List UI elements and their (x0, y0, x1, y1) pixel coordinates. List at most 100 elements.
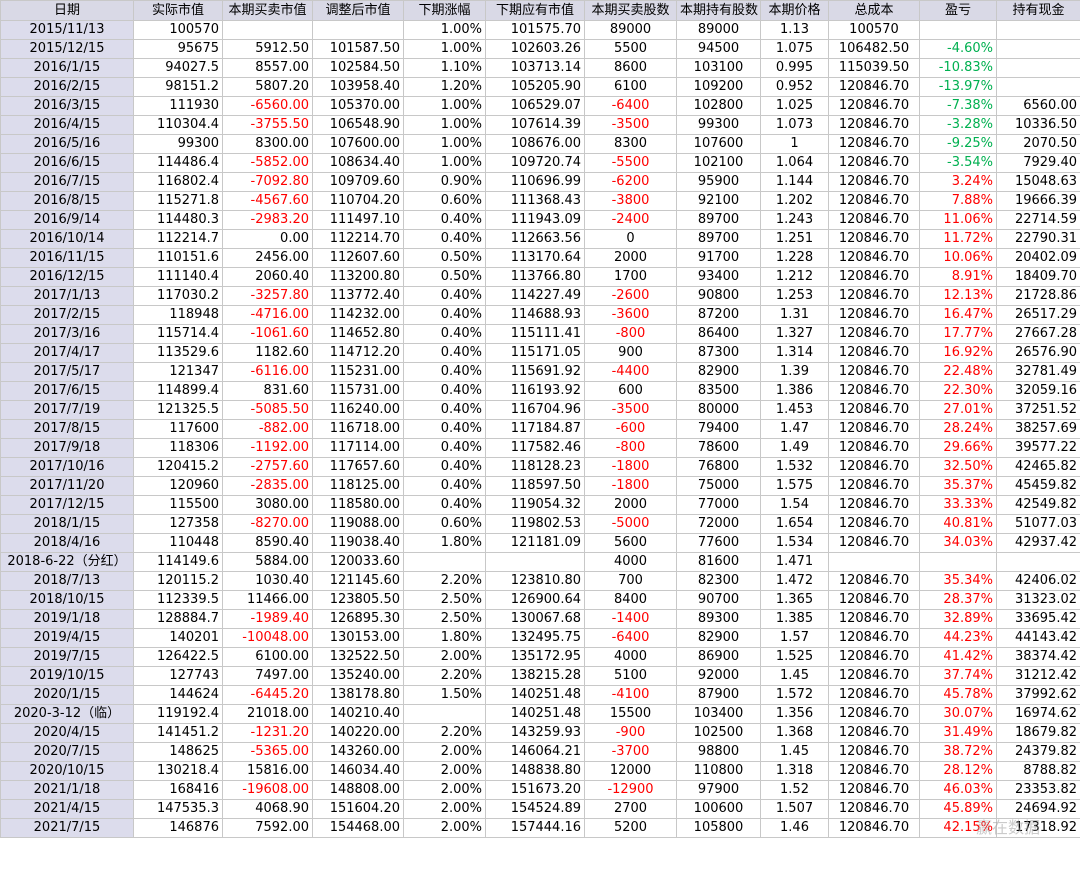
cell-price[interactable]: 1.368 (760, 723, 829, 743)
cell-adjusted-value[interactable]: 148808.00 (312, 780, 404, 800)
cell-adjusted-value[interactable]: 114652.80 (312, 324, 404, 344)
cell-adjusted-value[interactable]: 113200.80 (312, 267, 404, 287)
cell-cash[interactable]: 42937.42 (996, 533, 1080, 553)
cell-trade-shares[interactable]: -900 (584, 723, 677, 743)
cell-date[interactable]: 2016/1/15 (0, 58, 134, 78)
cell-price[interactable]: 1.471 (760, 552, 829, 572)
cell-target-value[interactable]: 146064.21 (485, 742, 585, 762)
cell-profit-loss[interactable]: 45.89% (919, 799, 997, 819)
cell-market-value[interactable]: 94027.5 (133, 58, 223, 78)
cell-trade-value[interactable]: 8300.00 (222, 134, 313, 154)
cell-total-cost[interactable]: 120846.70 (828, 495, 920, 515)
cell-target-value[interactable]: 121181.09 (485, 533, 585, 553)
cell-held-shares[interactable]: 83500 (676, 381, 761, 401)
cell-held-shares[interactable]: 82900 (676, 628, 761, 648)
cell-target-value[interactable]: 140251.48 (485, 704, 585, 724)
cell-profit-loss[interactable] (919, 552, 997, 572)
cell-price[interactable]: 1.654 (760, 514, 829, 534)
cell-trade-value[interactable]: -1231.20 (222, 723, 313, 743)
cell-target-value[interactable]: 154524.89 (485, 799, 585, 819)
cell-trade-shares[interactable]: -600 (584, 419, 677, 439)
cell-price[interactable]: 1.507 (760, 799, 829, 819)
cell-next-growth[interactable]: 0.40% (403, 210, 486, 230)
cell-target-value[interactable]: 132495.75 (485, 628, 585, 648)
cell-total-cost[interactable]: 120846.70 (828, 818, 920, 838)
cell-trade-value[interactable]: -5365.00 (222, 742, 313, 762)
cell-target-value[interactable]: 115691.92 (485, 362, 585, 382)
cell-cash[interactable]: 37251.52 (996, 400, 1080, 420)
cell-adjusted-value[interactable]: 112607.60 (312, 248, 404, 268)
cell-adjusted-value[interactable]: 120033.60 (312, 552, 404, 572)
cell-price[interactable]: 1.52 (760, 780, 829, 800)
cell-held-shares[interactable]: 99300 (676, 115, 761, 135)
cell-date[interactable]: 2018/7/13 (0, 571, 134, 591)
cell-profit-loss[interactable] (919, 20, 997, 40)
header-next-growth[interactable]: 下期涨幅 (403, 0, 486, 21)
cell-target-value[interactable]: 110696.99 (485, 172, 585, 192)
cell-profit-loss[interactable]: 37.74% (919, 666, 997, 686)
cell-next-growth[interactable]: 2.00% (403, 818, 486, 838)
cell-adjusted-value[interactable]: 132522.50 (312, 647, 404, 667)
cell-market-value[interactable]: 116802.4 (133, 172, 223, 192)
cell-profit-loss[interactable]: 35.37% (919, 476, 997, 496)
cell-trade-shares[interactable]: 2000 (584, 495, 677, 515)
cell-date[interactable]: 2017/8/15 (0, 419, 134, 439)
cell-adjusted-value[interactable]: 109709.60 (312, 172, 404, 192)
cell-target-value[interactable]: 119802.53 (485, 514, 585, 534)
cell-held-shares[interactable]: 103400 (676, 704, 761, 724)
cell-profit-loss[interactable]: 11.72% (919, 229, 997, 249)
cell-trade-value[interactable]: 5912.50 (222, 39, 313, 59)
cell-adjusted-value[interactable]: 117114.00 (312, 438, 404, 458)
cell-date[interactable]: 2015/12/15 (0, 39, 134, 59)
cell-profit-loss[interactable]: -13.97% (919, 77, 997, 97)
cell-total-cost[interactable]: 120846.70 (828, 381, 920, 401)
cell-trade-value[interactable]: 8590.40 (222, 533, 313, 553)
cell-trade-shares[interactable]: 8300 (584, 134, 677, 154)
cell-held-shares[interactable]: 87900 (676, 685, 761, 705)
cell-trade-shares[interactable]: 5600 (584, 533, 677, 553)
cell-cash[interactable] (996, 77, 1080, 97)
cell-date[interactable]: 2017/11/20 (0, 476, 134, 496)
cell-profit-loss[interactable]: 46.03% (919, 780, 997, 800)
cell-date[interactable]: 2019/10/15 (0, 666, 134, 686)
cell-target-value[interactable]: 111943.09 (485, 210, 585, 230)
cell-price[interactable]: 1.356 (760, 704, 829, 724)
cell-market-value[interactable]: 119192.4 (133, 704, 223, 724)
cell-market-value[interactable]: 110304.4 (133, 115, 223, 135)
cell-date[interactable]: 2018-6-22（分红） (0, 552, 134, 572)
cell-total-cost[interactable]: 120846.70 (828, 438, 920, 458)
cell-price[interactable]: 1.46 (760, 818, 829, 838)
cell-total-cost[interactable]: 120846.70 (828, 647, 920, 667)
cell-cash[interactable]: 33695.42 (996, 609, 1080, 629)
cell-adjusted-value[interactable]: 106548.90 (312, 115, 404, 135)
cell-profit-loss[interactable]: 22.48% (919, 362, 997, 382)
header-total-cost[interactable]: 总成本 (828, 0, 920, 21)
cell-trade-value[interactable]: 5807.20 (222, 77, 313, 97)
cell-trade-value[interactable]: 4068.90 (222, 799, 313, 819)
cell-next-growth[interactable]: 1.00% (403, 115, 486, 135)
cell-profit-loss[interactable]: 27.01% (919, 400, 997, 420)
cell-adjusted-value[interactable]: 146034.40 (312, 761, 404, 781)
cell-next-growth[interactable]: 1.10% (403, 58, 486, 78)
cell-trade-shares[interactable]: 5100 (584, 666, 677, 686)
cell-price[interactable]: 1 (760, 134, 829, 154)
cell-next-growth[interactable]: 0.50% (403, 248, 486, 268)
cell-adjusted-value[interactable]: 143260.00 (312, 742, 404, 762)
cell-trade-value[interactable]: -4716.00 (222, 305, 313, 325)
cell-next-growth[interactable] (403, 704, 486, 724)
cell-trade-value[interactable]: -2835.00 (222, 476, 313, 496)
cell-market-value[interactable]: 148625 (133, 742, 223, 762)
cell-total-cost[interactable]: 120846.70 (828, 362, 920, 382)
cell-trade-shares[interactable]: -3600 (584, 305, 677, 325)
cell-next-growth[interactable]: 0.50% (403, 267, 486, 287)
cell-adjusted-value[interactable]: 113772.40 (312, 286, 404, 306)
cell-next-growth[interactable]: 0.90% (403, 172, 486, 192)
cell-cash[interactable]: 23353.82 (996, 780, 1080, 800)
cell-target-value[interactable]: 148838.80 (485, 761, 585, 781)
cell-date[interactable]: 2018/1/15 (0, 514, 134, 534)
cell-cash[interactable]: 19666.39 (996, 191, 1080, 211)
cell-next-growth[interactable]: 1.00% (403, 153, 486, 173)
cell-cash[interactable]: 24379.82 (996, 742, 1080, 762)
cell-trade-shares[interactable]: -4400 (584, 362, 677, 382)
cell-target-value[interactable]: 114688.93 (485, 305, 585, 325)
